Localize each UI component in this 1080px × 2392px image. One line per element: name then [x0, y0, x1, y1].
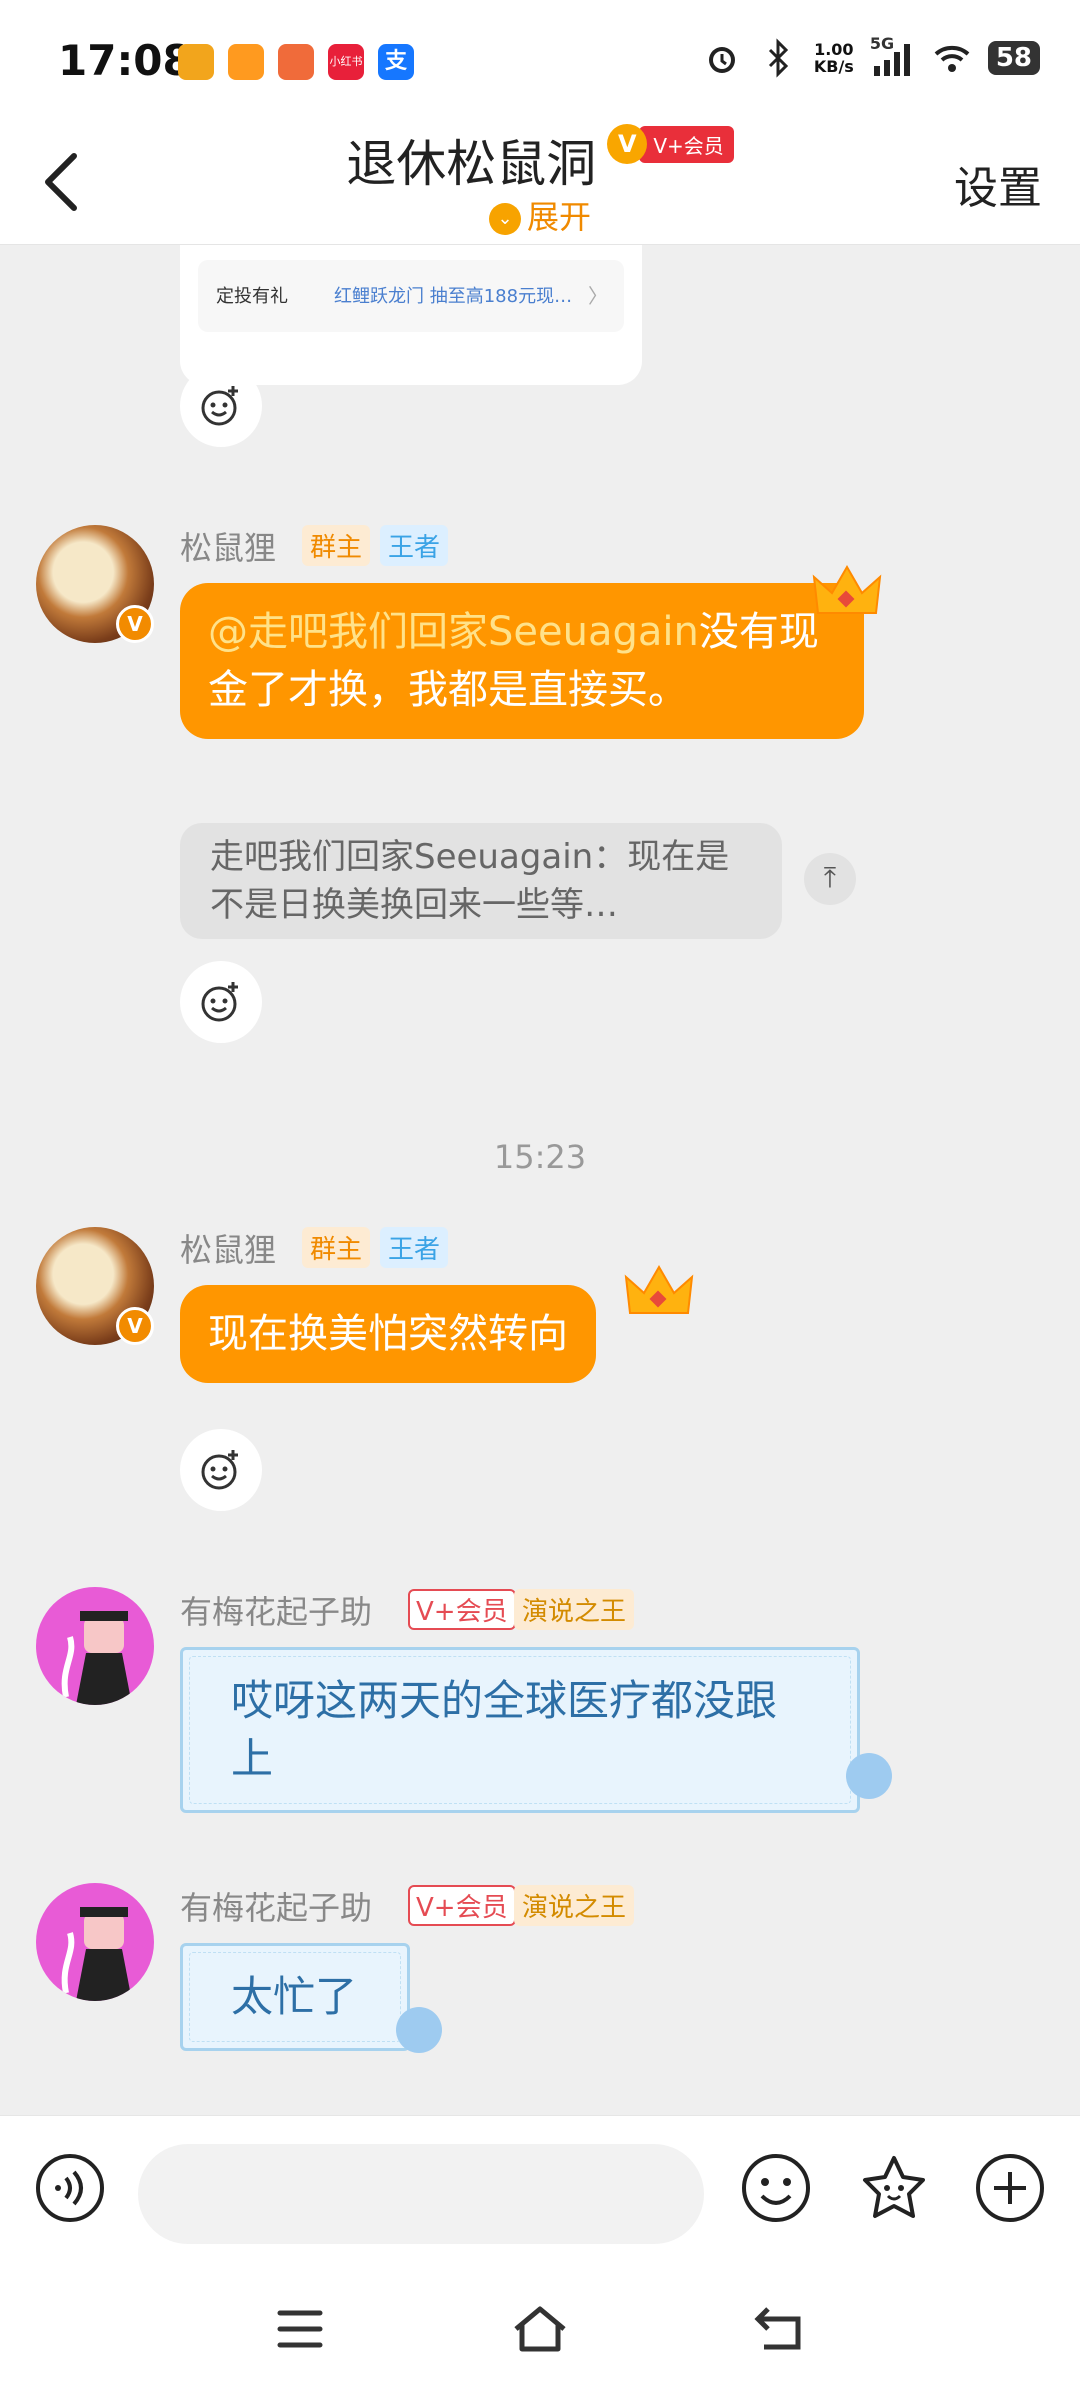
back-nav-icon[interactable] — [752, 2303, 804, 2353]
sender-name[interactable]: 松鼠狸 — [180, 523, 276, 569]
chevron-down-icon: ⌄ — [488, 203, 521, 235]
message-bubble[interactable]: 太忙了 — [180, 1943, 411, 2051]
verified-badge: V — [116, 1307, 154, 1345]
add-reaction-button[interactable] — [180, 365, 262, 447]
sender-name[interactable]: 松鼠狸 — [180, 1225, 276, 1271]
status-bar: 17:08 小红书 支 1.00 KB/s 5G 58 — [0, 0, 1080, 120]
promo-left-text: 定投有礼 — [216, 286, 288, 307]
crown-icon — [812, 564, 882, 614]
expand-label: 展开 — [526, 198, 591, 236]
bluetooth-icon — [768, 38, 788, 78]
promo-card-row[interactable]: 定投有礼 红鲤跃龙门 抽至高188元现… 〉 — [198, 260, 624, 332]
voice-icon[interactable] — [34, 2152, 106, 2224]
chevron-right-icon: 〉 — [588, 284, 608, 308]
crown-icon — [624, 1264, 694, 1314]
message-text: 现在换美怕突然转向 — [208, 1311, 568, 1357]
quoted-message[interactable]: 走吧我们回家Seeuagain：现在是不是日换美换回来一些等… — [180, 823, 782, 939]
network-type: 5G — [869, 34, 895, 53]
weibo-icon — [178, 44, 214, 80]
time-divider: 15:23 — [493, 1138, 587, 1176]
chat-area[interactable]: 定投有礼 红鲤跃龙门 抽至高188元现… 〉 V 松鼠狸 群主 王者 @走吧我们… — [0, 245, 1080, 2115]
add-reaction-icon — [201, 1450, 238, 1490]
wifi-icon — [934, 45, 970, 72]
message-bubble[interactable]: @走吧我们回家Seeuagain没有现金了才换，我都是直接买。 — [180, 583, 864, 739]
app-icon — [228, 44, 264, 80]
alipay-icon: 支 — [378, 44, 414, 80]
title-tag: 演说之王 — [514, 1885, 635, 1926]
promo-card[interactable]: 定投有礼 红鲤跃龙门 抽至高188元现… 〉 — [180, 245, 642, 385]
avatar-figure — [61, 1907, 132, 2001]
vip-tag: V+会员 — [408, 1589, 516, 1630]
verified-badge: V — [116, 605, 154, 643]
title-tag: 演说之王 — [514, 1589, 635, 1630]
status-time: 17:08 — [58, 36, 192, 85]
add-reaction-icon — [201, 982, 238, 1022]
vip-badge: V V+会员 — [607, 124, 734, 164]
sticker-icon[interactable] — [858, 2152, 930, 2224]
signal-group: 5G — [870, 34, 916, 78]
net-speed: 1.00 KB/s — [814, 41, 854, 75]
message-text: 哎呀这两天的全球医疗都没跟上 — [231, 1676, 778, 1783]
net-speed-value: 1.00 — [814, 40, 854, 59]
vip-label: V+会员 — [639, 125, 734, 163]
vip-tag: V+会员 — [408, 1885, 516, 1926]
promo-right-text: 红鲤跃龙门 抽至高188元现… — [334, 286, 573, 307]
xiaohongshu-icon: 小红书 — [328, 44, 364, 80]
message-text: 太忙了 — [231, 1972, 358, 2021]
add-reaction-button[interactable] — [180, 1429, 262, 1511]
expand-button[interactable]: ⌄ 展开 — [0, 192, 1080, 238]
rank-tag: 王者 — [380, 1227, 449, 1268]
message-bubble[interactable]: 哎呀这两天的全球医疗都没跟上 — [180, 1647, 860, 1813]
battery-indicator: 58 — [987, 41, 1040, 75]
avatar-figure — [61, 1611, 132, 1705]
input-bar — [0, 2115, 1080, 2265]
net-speed-unit: KB/s — [813, 57, 854, 76]
owner-tag: 群主 — [302, 525, 371, 566]
avatar-app-icon — [278, 44, 314, 80]
rank-tag: 王者 — [380, 525, 449, 566]
mention[interactable]: @走吧我们回家Seeuagain — [208, 609, 699, 655]
add-reaction-button[interactable] — [180, 961, 262, 1043]
owner-tag: 群主 — [302, 1227, 371, 1268]
sender-name[interactable]: 有梅花起子助 — [180, 1587, 372, 1633]
notification-icons: 小红书 支 — [178, 44, 414, 80]
status-right: 1.00 KB/s 5G 58 — [702, 34, 1040, 78]
sender-name[interactable]: 有梅花起子助 — [180, 1883, 372, 1929]
avatar[interactable] — [36, 1587, 154, 1705]
message-bubble[interactable]: 现在换美怕突然转向 — [180, 1285, 596, 1383]
plus-icon[interactable] — [974, 2152, 1046, 2224]
stitch-sticker-icon — [846, 1753, 892, 1799]
alarm-icon — [708, 47, 735, 73]
group-title: 退休松鼠洞 — [346, 135, 597, 193]
message-input[interactable] — [138, 2144, 704, 2244]
title-wrap: 退休松鼠洞 V V+会员 — [0, 120, 1080, 196]
settings-button[interactable]: 设置 — [954, 152, 1042, 216]
quote-jump-button[interactable]: ⤒ — [804, 853, 856, 905]
emoji-icon[interactable] — [740, 2152, 812, 2224]
stitch-sticker-icon — [396, 2007, 442, 2053]
chat-header: 退休松鼠洞 V V+会员 ⌄ 展开 设置 — [0, 120, 1080, 245]
add-reaction-icon — [201, 386, 238, 426]
menu-icon[interactable] — [276, 2307, 324, 2351]
home-icon[interactable] — [510, 2303, 570, 2353]
system-nav-bar — [0, 2265, 1080, 2392]
avatar[interactable] — [36, 1883, 154, 2001]
